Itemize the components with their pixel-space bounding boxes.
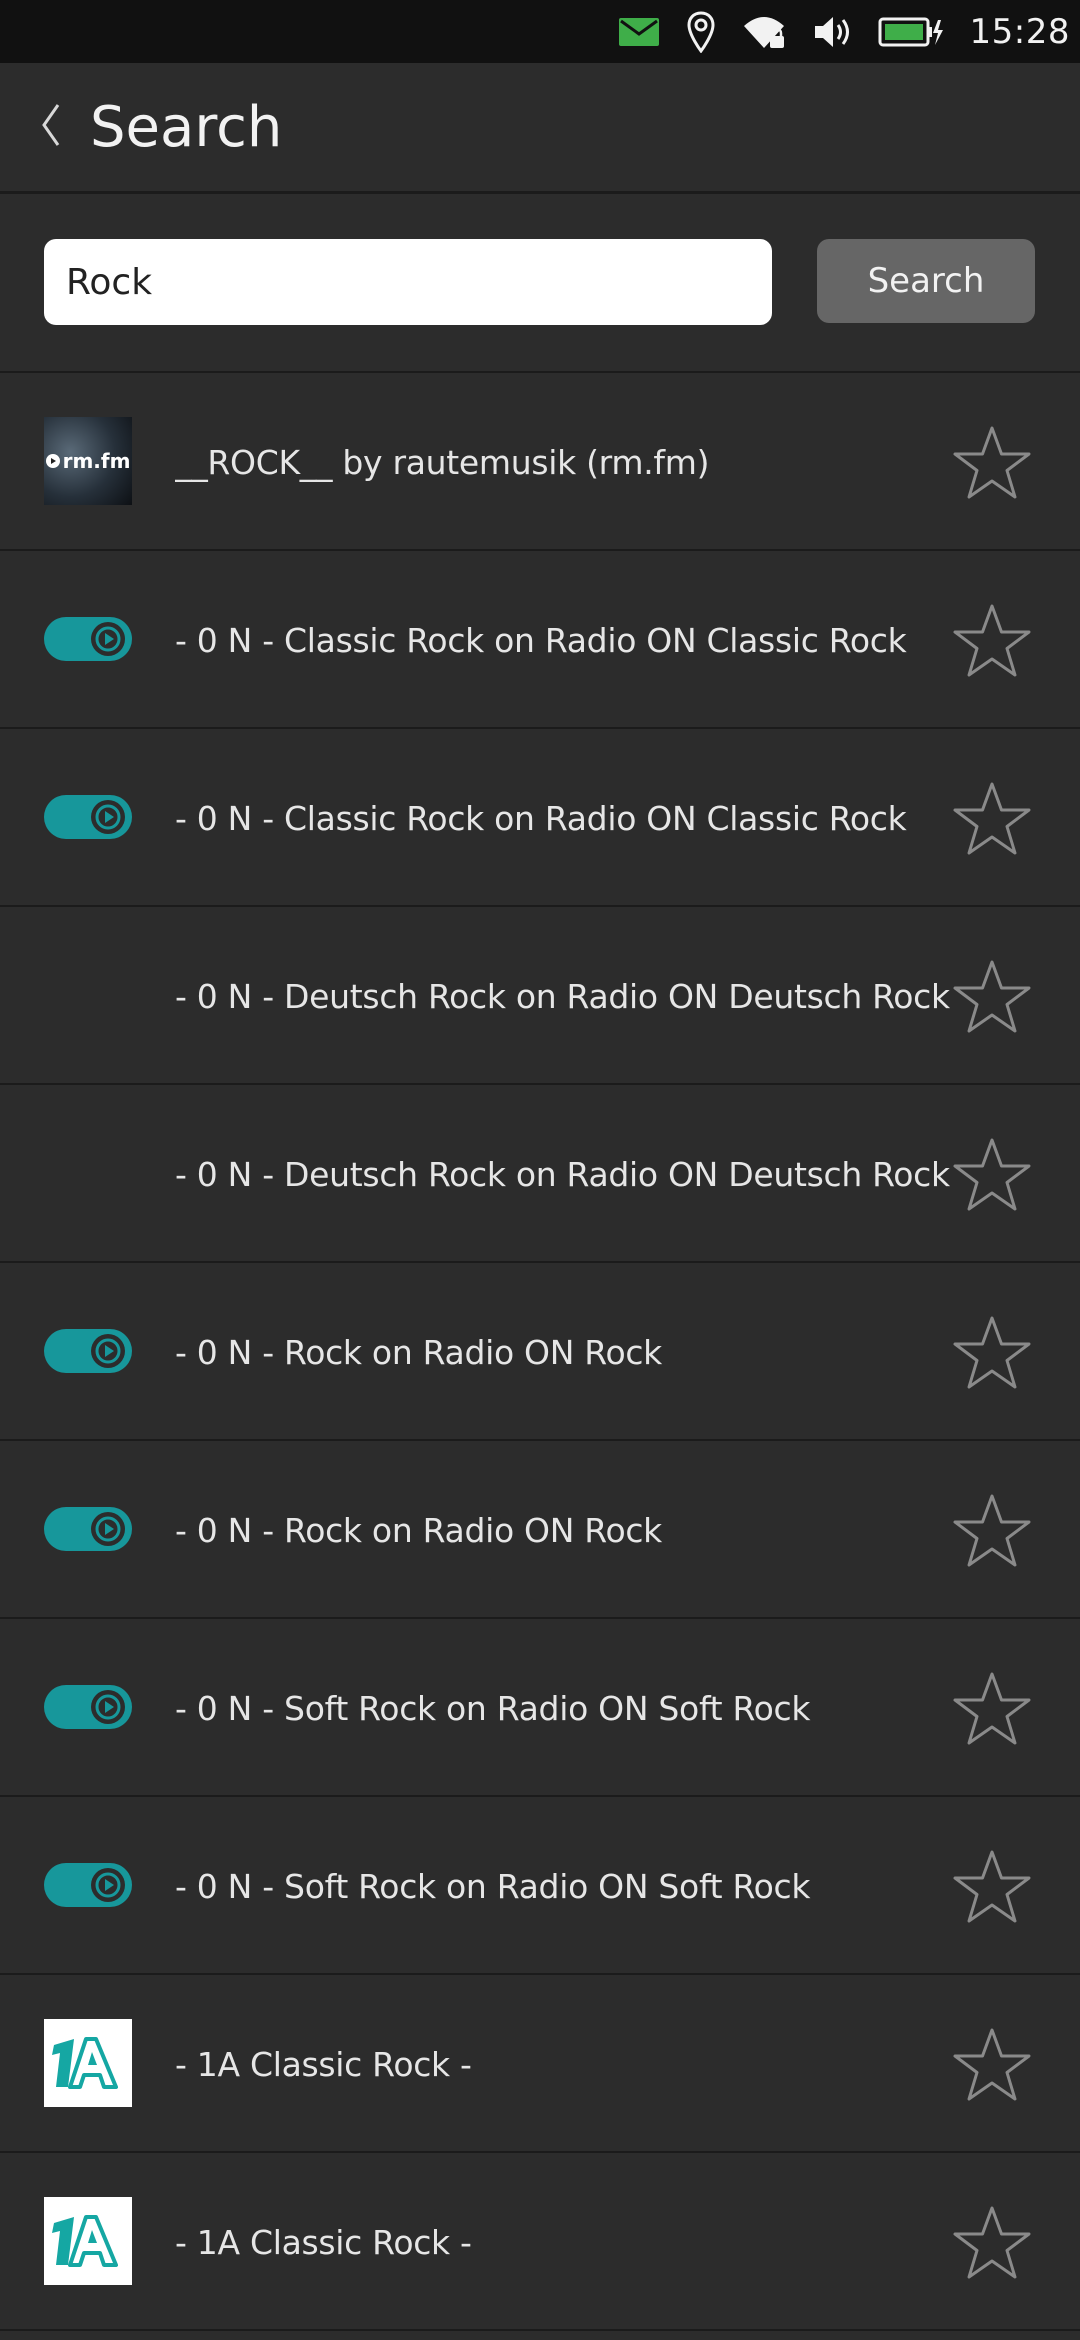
station-row[interactable]: - 0 N - Soft Rock on Radio ON Soft Rock <box>0 1797 1080 1975</box>
station-name: - 0 N - Soft Rock on Radio ON Soft Rock <box>175 1688 811 1728</box>
results-list: rm.fm __ROCK__ by rautemusik (rm.fm) - 0 N… <box>0 373 1080 2331</box>
back-button[interactable] <box>10 77 90 177</box>
radio-on-logo <box>44 595 132 683</box>
station-name: - 0 N - Rock on Radio ON Rock <box>175 1332 662 1372</box>
station-name: - 0 N - Deutsch Rock on Radio ON Deutsch… <box>175 976 950 1016</box>
station-row[interactable]: - 1A Classic Rock - <box>0 2153 1080 2331</box>
page-title: Search <box>90 94 283 160</box>
favorite-star-icon[interactable] <box>950 955 1034 1039</box>
station-row[interactable]: - 0 N - Classic Rock on Radio ON Classic… <box>0 551 1080 729</box>
search-input[interactable] <box>44 239 772 325</box>
radio-on-logo <box>44 773 132 861</box>
favorite-star-icon[interactable] <box>950 2201 1034 2285</box>
favorite-star-icon[interactable] <box>950 1489 1034 1573</box>
station-name: - 1A Classic Rock - <box>175 2222 472 2262</box>
station-name: - 0 N - Soft Rock on Radio ON Soft Rock <box>175 1866 811 1906</box>
station-row[interactable]: - 1A Classic Rock - <box>0 1975 1080 2153</box>
station-name: - 0 N - Rock on Radio ON Rock <box>175 1510 662 1550</box>
favorite-star-icon[interactable] <box>950 421 1034 505</box>
station-row[interactable]: - 0 N - Classic Rock on Radio ON Classic… <box>0 729 1080 907</box>
station-logo-1a <box>44 2197 132 2285</box>
favorite-star-icon[interactable] <box>950 1311 1034 1395</box>
favorite-star-icon[interactable] <box>950 2023 1034 2107</box>
favorite-star-icon[interactable] <box>950 1667 1034 1751</box>
status-bar: 15:28 <box>0 0 1080 63</box>
wifi-icon <box>742 14 786 50</box>
mail-icon <box>618 17 660 47</box>
station-name: - 0 N - Classic Rock on Radio ON Classic… <box>175 620 907 660</box>
search-bar: Search <box>0 197 1080 373</box>
favorite-star-icon[interactable] <box>950 777 1034 861</box>
station-row[interactable]: - 0 N - Rock on Radio ON Rock <box>0 1441 1080 1619</box>
station-name: __ROCK__ by rautemusik (rm.fm) <box>175 442 710 482</box>
page-header: Search <box>0 63 1080 194</box>
chevron-left-icon <box>38 101 62 153</box>
logo-text: rm.fm <box>62 449 131 473</box>
search-button[interactable]: Search <box>817 239 1035 323</box>
favorite-star-icon[interactable] <box>950 1845 1034 1929</box>
battery-charging-icon <box>878 16 944 48</box>
station-row[interactable]: - 0 N - Soft Rock on Radio ON Soft Rock <box>0 1619 1080 1797</box>
station-row[interactable]: - 0 N - Deutsch Rock on Radio ON Deutsch… <box>0 907 1080 1085</box>
station-name: - 1A Classic Rock - <box>175 2044 472 2084</box>
location-icon <box>686 10 716 53</box>
radio-on-logo <box>44 1485 132 1573</box>
station-name: - 0 N - Classic Rock on Radio ON Classic… <box>175 798 907 838</box>
radio-on-logo <box>44 1307 132 1395</box>
radio-on-logo <box>44 1841 132 1929</box>
station-name: - 0 N - Deutsch Rock on Radio ON Deutsch… <box>175 1154 950 1194</box>
volume-icon <box>812 14 852 50</box>
station-row[interactable]: - 0 N - Deutsch Rock on Radio ON Deutsch… <box>0 1085 1080 1263</box>
favorite-star-icon[interactable] <box>950 599 1034 683</box>
radio-on-logo <box>44 1663 132 1751</box>
station-row[interactable]: rm.fm __ROCK__ by rautemusik (rm.fm) <box>0 373 1080 551</box>
station-logo-1a <box>44 2019 132 2107</box>
favorite-star-icon[interactable] <box>950 1133 1034 1217</box>
clock-time: 15:28 <box>969 11 1070 52</box>
station-row[interactable]: - 0 N - Rock on Radio ON Rock <box>0 1263 1080 1441</box>
station-logo-rmfm: rm.fm <box>44 417 132 505</box>
